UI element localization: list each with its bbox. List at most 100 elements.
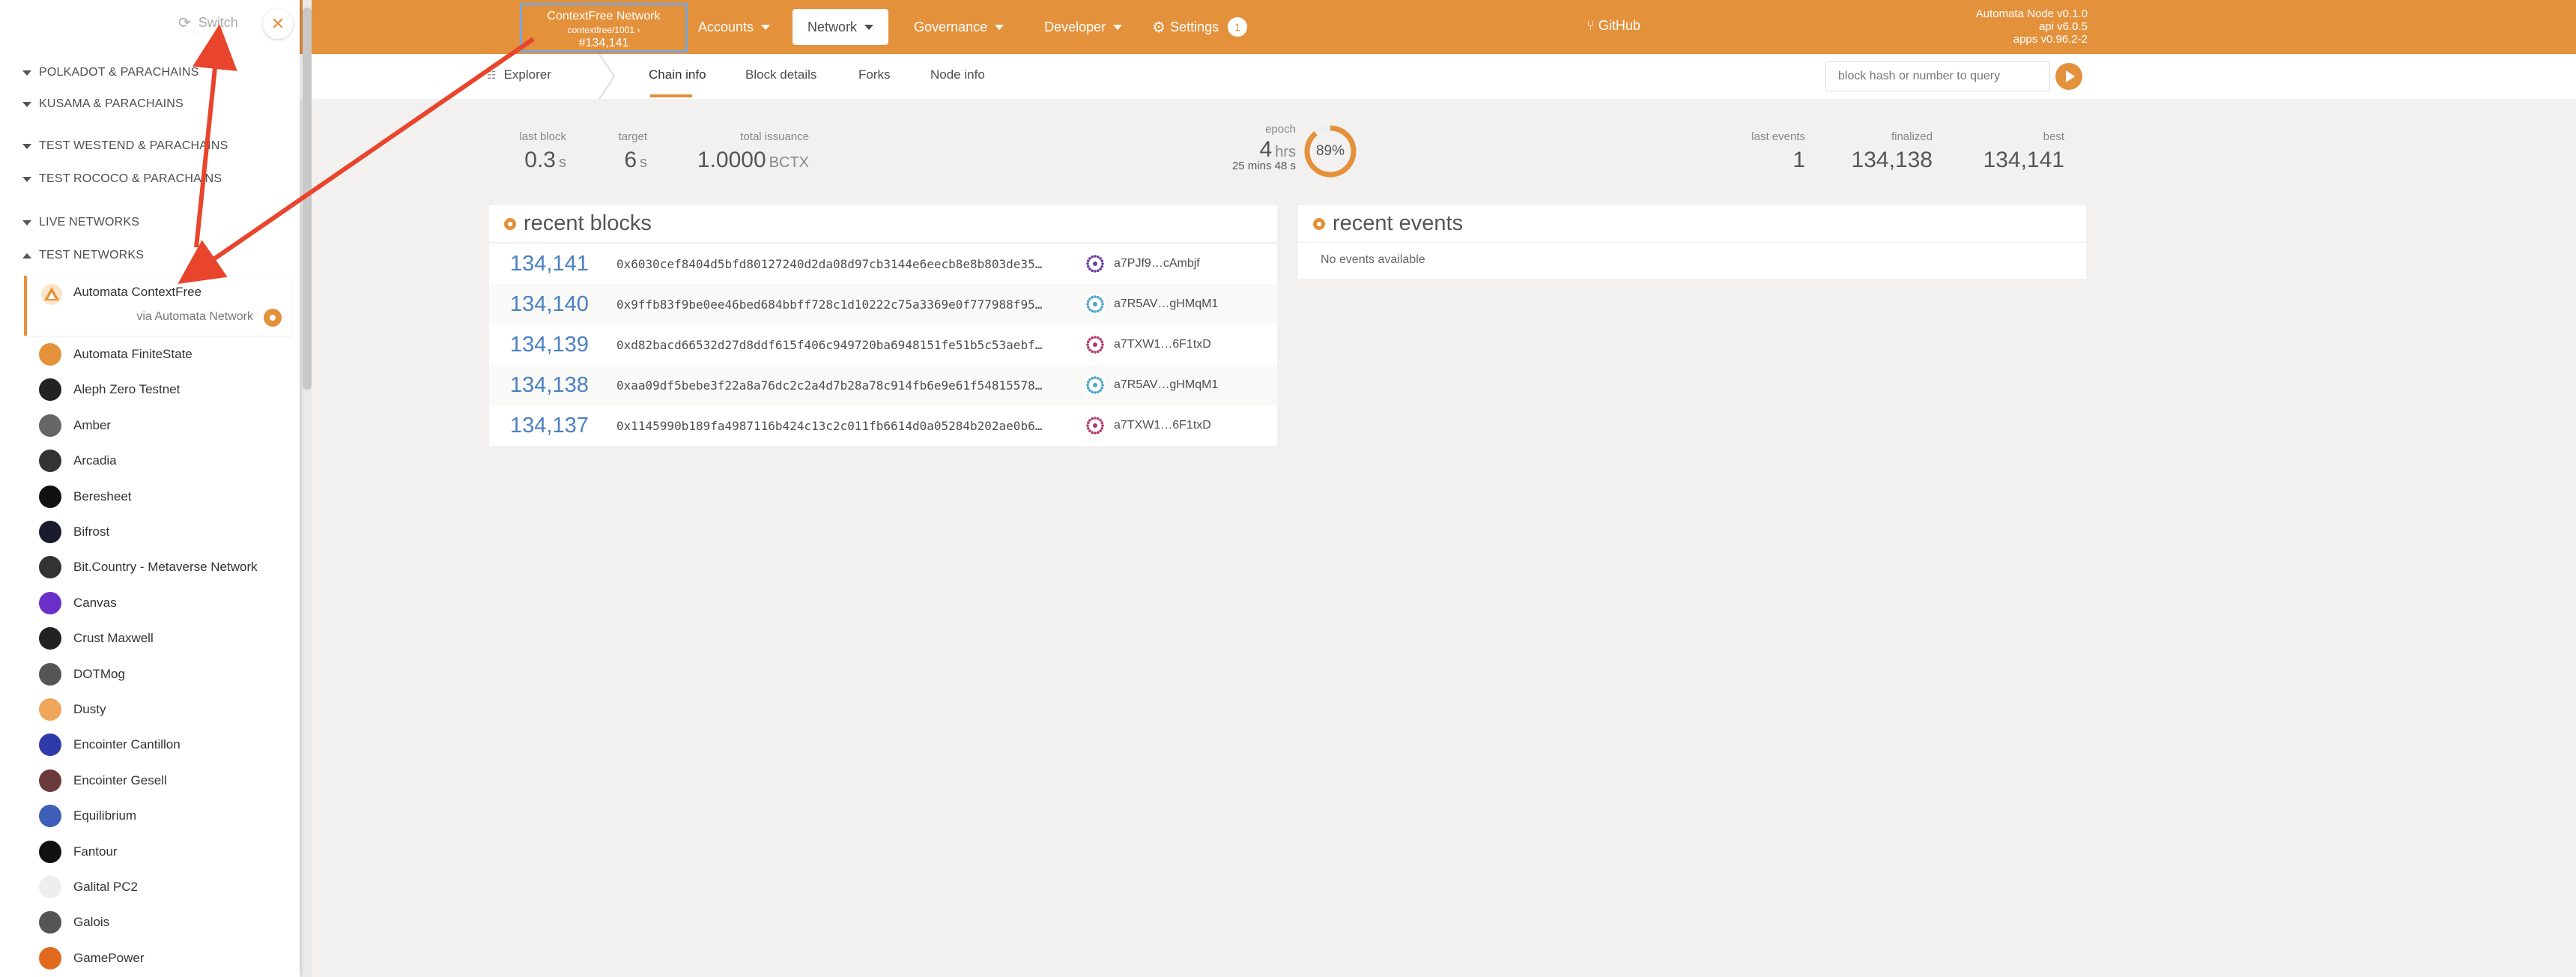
block-number-link[interactable]: 134,141 bbox=[489, 252, 616, 276]
block-author[interactable]: a7R5AV…gHMqM1 bbox=[1066, 294, 1218, 314]
block-author[interactable]: a7TXW1…6F1txD bbox=[1066, 416, 1211, 435]
table-row: 134,140 0x9ffb83f9be0ee46bed684bbff728c1d… bbox=[489, 284, 1277, 324]
sidebar-network-item[interactable]: Encointer Cantillon bbox=[39, 733, 181, 757]
network-sidebar: ⟳ Switch ✕ POLKADOT & PARACHAINS KUSAMA &… bbox=[0, 0, 300, 977]
sidebar-network-item[interactable]: Galois bbox=[39, 911, 109, 934]
sidebar-network-item[interactable]: GamePower bbox=[39, 946, 144, 970]
stat-epoch: epoch 4 hrs 25 mins 48 s bbox=[1213, 123, 1296, 172]
sidebar-network-item[interactable]: Amber bbox=[39, 414, 111, 437]
network-logo-icon bbox=[39, 521, 61, 543]
block-author[interactable]: a7PJf9…cAmbjf bbox=[1066, 254, 1200, 273]
network-logo-icon bbox=[39, 591, 61, 614]
breadcrumb-chevron-icon bbox=[598, 54, 616, 99]
sidebar-network-item[interactable]: DOTMog bbox=[39, 662, 125, 686]
selected-radio-icon[interactable] bbox=[264, 309, 282, 327]
network-logo-icon bbox=[39, 698, 61, 721]
nav-governance[interactable]: Governance bbox=[899, 9, 1019, 45]
sidebar-scrollbar[interactable] bbox=[303, 0, 312, 977]
close-icon: ✕ bbox=[270, 14, 285, 33]
group-westend[interactable]: TEST WESTEND & PARACHAINS bbox=[22, 139, 228, 153]
sidebar-network-item[interactable]: Equilibrium bbox=[39, 805, 136, 828]
block-number-link[interactable]: 134,138 bbox=[489, 373, 616, 398]
stat-best: best 134,141 bbox=[1983, 130, 2064, 172]
search-submit-button[interactable] bbox=[2055, 63, 2082, 90]
network-logo-icon bbox=[39, 556, 61, 579]
explorer-icon: ☷ bbox=[487, 68, 497, 81]
chevron-down-icon bbox=[22, 101, 31, 107]
scrollbar-thumb[interactable] bbox=[303, 7, 312, 390]
block-hash: 0x9ffb83f9be0ee46bed684bbff728c1d10222c7… bbox=[616, 297, 1043, 312]
git-branch-icon: ⑂ bbox=[1586, 18, 1598, 33]
block-author[interactable]: a7R5AV…gHMqM1 bbox=[1066, 375, 1218, 395]
sidebar-network-item[interactable]: Fantour bbox=[39, 840, 118, 863]
group-polkadot[interactable]: POLKADOT & PARACHAINS bbox=[22, 66, 198, 79]
nav-developer[interactable]: Developer bbox=[1029, 9, 1137, 45]
network-logo-icon bbox=[39, 769, 61, 792]
sidebar-network-item[interactable]: Bit.Country - Metaverse Network bbox=[39, 556, 258, 579]
selected-network[interactable]: Automata ContextFree via Automata Networ… bbox=[24, 276, 291, 336]
sidebar-network-item[interactable]: Arcadia bbox=[39, 450, 117, 473]
network-logo-icon bbox=[39, 450, 61, 473]
tab-forks[interactable]: Forks bbox=[858, 67, 891, 82]
table-row: 134,137 0x1145990b189fa4987116b424c13c2c0… bbox=[489, 405, 1277, 446]
identicon-icon bbox=[1085, 335, 1105, 354]
block-number-link[interactable]: 134,139 bbox=[489, 333, 616, 357]
sidebar-network-item[interactable]: Galital PC2 bbox=[39, 876, 138, 898]
best-block-number: #134,141 bbox=[578, 37, 629, 49]
block-search-input[interactable] bbox=[1825, 61, 2050, 91]
network-logo-icon bbox=[39, 876, 61, 898]
block-hash: 0x6030cef8404d5bfd80127240d2da08d97cb314… bbox=[616, 256, 1043, 271]
group-rococo[interactable]: TEST ROCOCO & PARACHAINS bbox=[22, 172, 222, 186]
identicon-icon bbox=[1085, 294, 1105, 314]
epoch-detail: 25 mins 48 s bbox=[1231, 160, 1296, 172]
sidebar-network-item[interactable]: Beresheet bbox=[39, 485, 132, 508]
group-test-networks[interactable]: TEST NETWORKS bbox=[22, 249, 144, 262]
identicon-icon bbox=[1085, 416, 1105, 435]
stat-finalized: finalized 134,138 bbox=[1851, 130, 1933, 172]
group-kusama[interactable]: KUSAMA & PARACHAINS bbox=[22, 97, 184, 111]
network-logo-icon bbox=[39, 662, 61, 686]
nav-network[interactable]: Network bbox=[793, 9, 889, 45]
block-author[interactable]: a7TXW1…6F1txD bbox=[1066, 335, 1211, 354]
chevron-down-icon bbox=[22, 220, 31, 226]
recent-blocks-header: recent blocks bbox=[489, 205, 1277, 243]
group-live-networks[interactable]: LIVE NETWORKS bbox=[22, 216, 139, 229]
switch-button[interactable]: ⟳ Switch bbox=[178, 13, 238, 32]
nav-accounts[interactable]: Accounts bbox=[683, 9, 785, 45]
github-link[interactable]: ⑂ GitHub bbox=[1586, 18, 1640, 34]
network-logo-icon bbox=[39, 805, 61, 828]
version-api: api v6.0.5 bbox=[2038, 20, 2088, 33]
sidebar-network-item[interactable]: Canvas bbox=[39, 591, 117, 614]
recent-events-header: recent events bbox=[1298, 205, 2086, 243]
epoch-percent: 89% bbox=[1315, 143, 1345, 159]
network-logo-icon bbox=[39, 733, 61, 757]
events-empty-message: No events available bbox=[1298, 243, 2086, 279]
sidebar-network-item[interactable]: Aleph Zero Testnet bbox=[39, 378, 180, 402]
block-number-link[interactable]: 134,140 bbox=[489, 292, 616, 317]
tab-node-info[interactable]: Node info bbox=[930, 67, 985, 82]
tab-chain-info[interactable]: Chain info bbox=[649, 67, 706, 82]
block-number-link[interactable]: 134,137 bbox=[489, 414, 616, 438]
top-bar: ContextFree Network contextfree/1001 › #… bbox=[0, 0, 2576, 54]
sidebar-network-item[interactable]: Bifrost bbox=[39, 521, 109, 543]
chain-selector[interactable]: ContextFree Network contextfree/1001 › #… bbox=[520, 3, 688, 52]
block-hash: 0xd82bacd66532d27d8ddf615f406c949720ba69… bbox=[616, 337, 1043, 352]
table-row: 134,139 0xd82bacd66532d27d8ddf615f406c949… bbox=[489, 324, 1277, 365]
version-apps: apps v0.96.2-2 bbox=[2013, 33, 2088, 46]
chevron-down-icon bbox=[864, 24, 874, 30]
sidebar-network-item[interactable]: Encointer Gesell bbox=[39, 769, 167, 792]
section-dot-icon bbox=[504, 217, 516, 230]
identicon-icon bbox=[1085, 375, 1105, 395]
tab-block-details[interactable]: Block details bbox=[745, 67, 816, 82]
nav-settings[interactable]: ⚙ Settings 1 bbox=[1137, 9, 1262, 45]
sidebar-network-item[interactable]: Dusty bbox=[39, 698, 106, 721]
main-nav: Accounts Network Governance Developer ⚙ S… bbox=[683, 9, 1262, 45]
chevron-down-icon bbox=[995, 24, 1004, 30]
stat-last-events: last events 1 bbox=[1751, 130, 1805, 172]
section-dot-icon bbox=[1313, 217, 1325, 230]
close-sidebar-button[interactable]: ✕ bbox=[263, 9, 293, 39]
chain-spec: contextfree/1001 › bbox=[567, 25, 640, 35]
sidebar-network-item[interactable]: Crust Maxwell bbox=[39, 627, 154, 650]
sidebar-network-item[interactable]: Automata FiniteState bbox=[39, 343, 193, 366]
network-logo-icon bbox=[39, 840, 61, 863]
